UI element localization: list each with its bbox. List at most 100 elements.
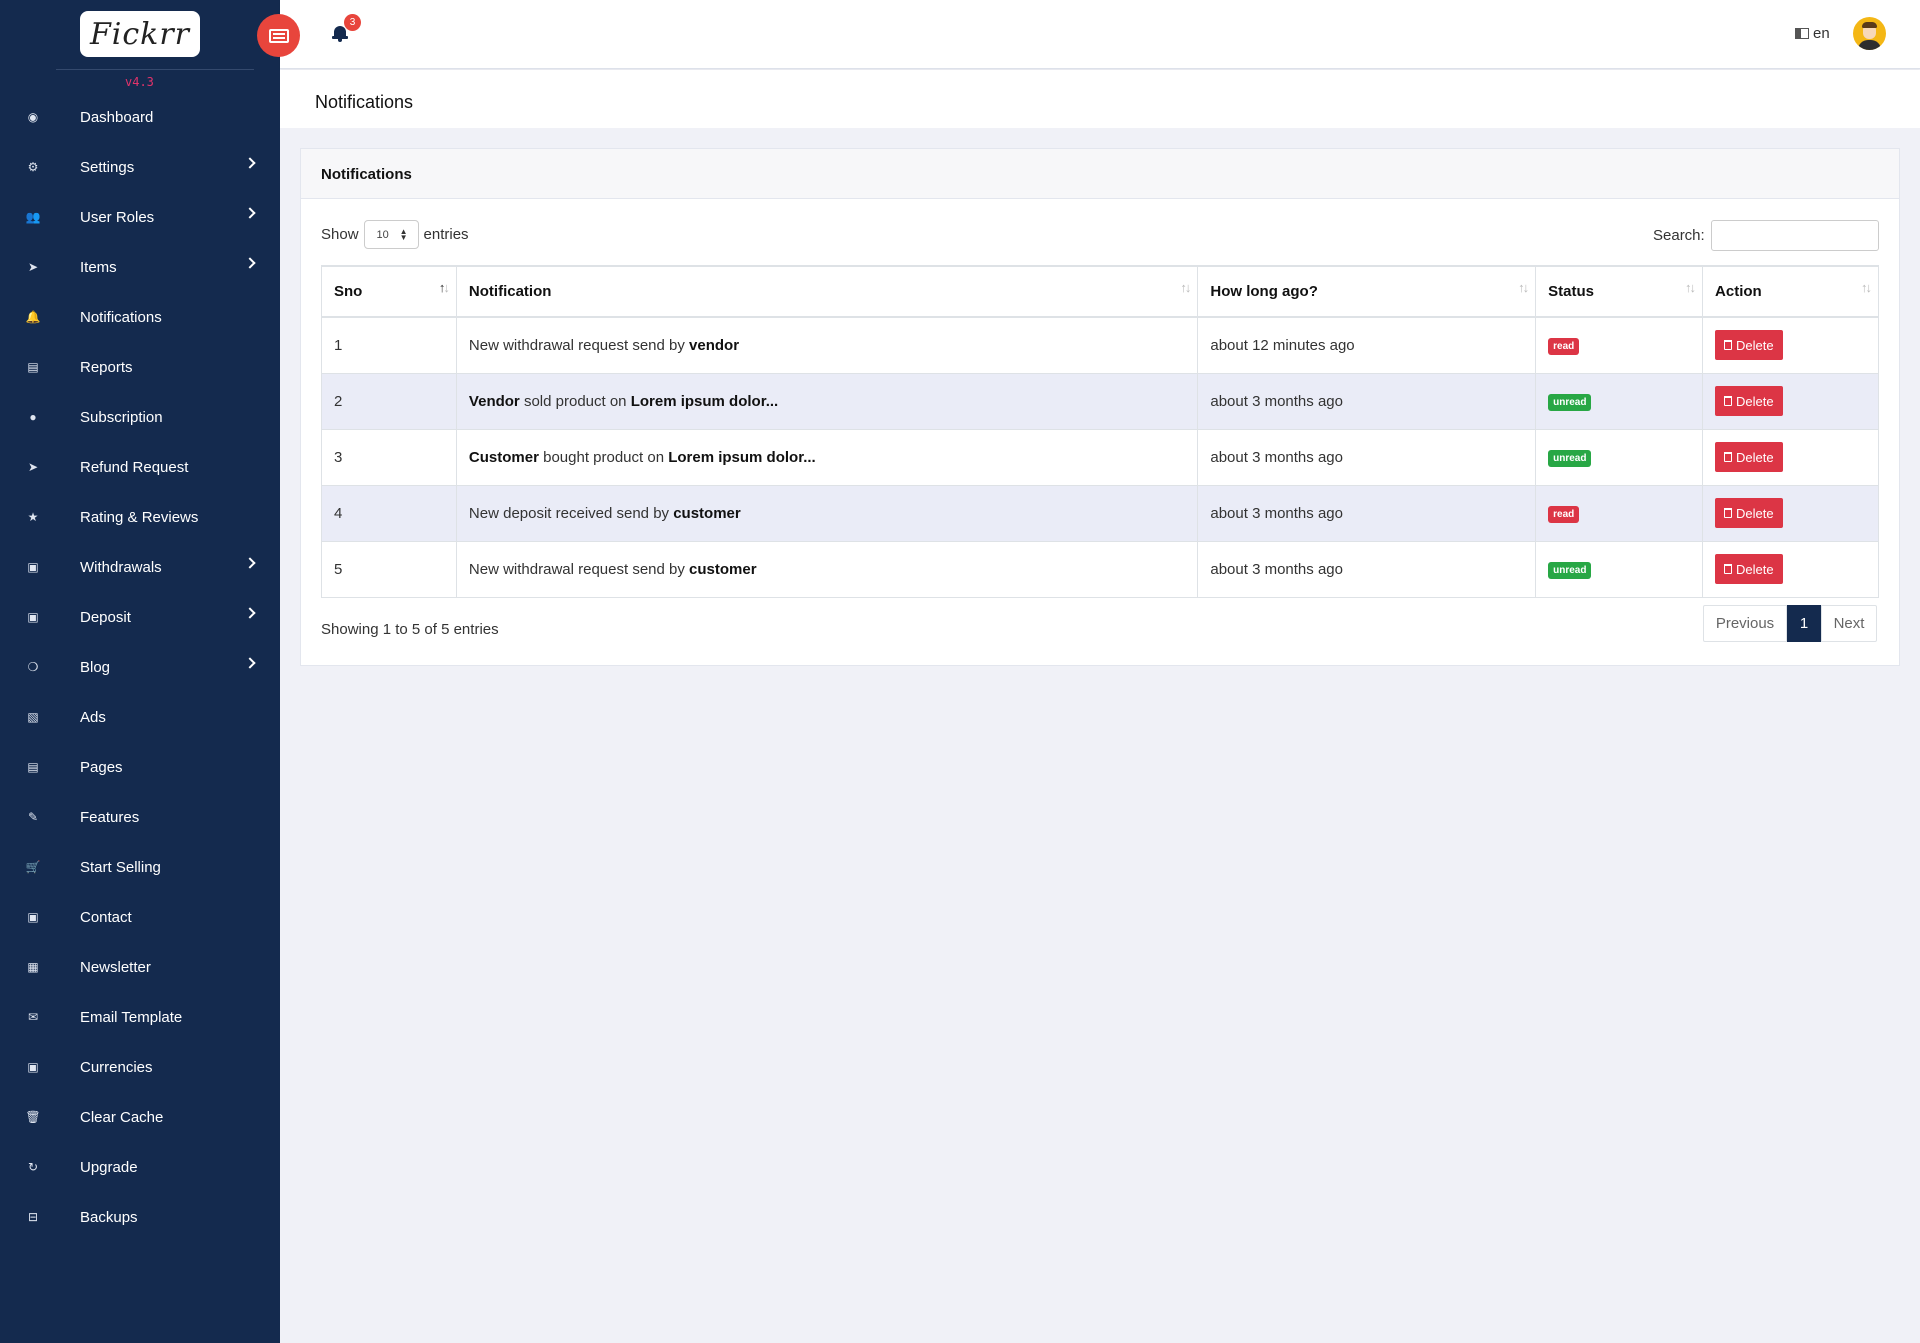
notification-text: New withdrawal request send by: [468, 336, 690, 354]
page-size-control: Show 10 ▲ ▼ entries: [321, 220, 469, 249]
sidebar-item-label: Pages: [80, 758, 123, 776]
page-size-value: 10: [376, 228, 389, 241]
cell-time-ago: about 3 months ago: [1197, 429, 1537, 486]
status-badge: unread: [1548, 561, 1592, 579]
cell-status: unread: [1535, 541, 1704, 598]
table-row: 1 New withdrawal request send by vendor ab…: [321, 317, 1879, 374]
delete-button[interactable]: Delete: [1715, 330, 1783, 361]
sidebar-item-email-template[interactable]: ✉ Email Template: [0, 992, 280, 1042]
gears-icon: ⚙: [27, 160, 39, 174]
column-header-label: Status: [1548, 283, 1594, 300]
paper-plane-icon: ➤: [27, 260, 39, 274]
money-icon: ▣: [27, 560, 39, 574]
magic-icon: ✎: [27, 810, 39, 824]
notification-text: Vendor: [468, 392, 520, 410]
user-icon: ●: [29, 410, 37, 424]
sidebar-item-label: Settings: [80, 158, 135, 176]
notification-text: Customer: [468, 448, 539, 466]
cell-time-ago: about 3 months ago: [1197, 373, 1537, 430]
sidebar-item-refund-request[interactable]: ➤ Refund Request: [0, 442, 280, 492]
sidebar-item-dashboard[interactable]: ◉ Dashboard: [0, 92, 280, 142]
sidebar-item-start-selling[interactable]: 🛒 Start Selling: [0, 842, 280, 892]
search-input[interactable]: [1710, 220, 1879, 251]
notification-text: customer: [689, 560, 757, 578]
sidebar-item-rating-reviews[interactable]: ★ Rating & Reviews: [0, 492, 280, 542]
cell-status: unread: [1535, 429, 1704, 486]
column-header-action[interactable]: Action ↑↓: [1702, 265, 1879, 318]
show-label: Show: [321, 226, 359, 243]
logo[interactable]: Fickrr: [80, 11, 200, 57]
sidebar-item-subscription[interactable]: ● Subscription: [0, 392, 280, 442]
sidebar-item-items[interactable]: ➤ Items: [0, 242, 280, 292]
sidebar-toggle-button[interactable]: [257, 14, 300, 57]
sidebar-item-label: Blog: [80, 658, 111, 676]
cell-action: Delete: [1702, 373, 1879, 430]
column-header-sno[interactable]: Sno ↑↓: [321, 265, 457, 318]
table-row: 5 New withdrawal request send by customer…: [321, 541, 1879, 598]
sidebar-item-user-roles[interactable]: 👥 User Roles: [0, 192, 280, 242]
card-title: Notifications: [321, 166, 412, 183]
sidebar-item-notifications[interactable]: 🔔 Notifications: [0, 292, 280, 342]
column-header-label: Action: [1715, 283, 1762, 300]
notification-text: Lorem ipsum dolor...: [668, 448, 816, 466]
column-header-status[interactable]: Status ↑↓: [1535, 265, 1704, 318]
comments-icon: ❍: [27, 660, 39, 674]
page-size-select[interactable]: 10 ▲ ▼: [363, 220, 419, 249]
cell-action: Delete: [1702, 541, 1879, 598]
sidebar-item-settings[interactable]: ⚙ Settings: [0, 142, 280, 192]
sidebar-item-label: Backups: [80, 1208, 138, 1226]
cell-action: Delete: [1702, 317, 1879, 374]
sidebar-item-label: Contact: [80, 908, 132, 926]
sidebar-item-clear-cache[interactable]: 🗑 Clear Cache: [0, 1092, 280, 1142]
cell-action: Delete: [1702, 429, 1879, 486]
sidebar-item-reports[interactable]: ▤ Reports: [0, 342, 280, 392]
sidebar-item-ads[interactable]: ▧ Ads: [0, 692, 280, 742]
trash-icon: [1724, 340, 1733, 351]
select-arrows-icon: ▲ ▼: [399, 227, 408, 242]
sidebar-item-currencies[interactable]: ▣ Currencies: [0, 1042, 280, 1092]
cell-notification: Vendor sold product on Lorem ipsum dolor…: [455, 373, 1199, 430]
cell-sno: 3: [321, 429, 457, 486]
sidebar-item-features[interactable]: ✎ Features: [0, 792, 280, 842]
language-selector[interactable]: en: [1795, 25, 1830, 42]
page-1-button[interactable]: 1: [1787, 605, 1821, 642]
cell-time-ago: about 12 minutes ago: [1197, 317, 1537, 374]
column-header-how-long-ago[interactable]: How long ago? ↑↓: [1197, 265, 1537, 318]
sidebar-item-withdrawals[interactable]: ▣ Withdrawals: [0, 542, 280, 592]
notification-count-badge[interactable]: 3: [344, 14, 361, 31]
status-badge: read: [1548, 505, 1580, 523]
sidebar-item-blog[interactable]: ❍ Blog: [0, 642, 280, 692]
delete-label: Delete: [1736, 561, 1774, 577]
trash-icon: 🗑: [25, 1110, 41, 1124]
status-badge: unread: [1548, 449, 1592, 467]
cell-notification: New withdrawal request send by customer: [455, 541, 1199, 598]
delete-button[interactable]: Delete: [1715, 554, 1783, 584]
cell-notification: New deposit received send by customer: [455, 485, 1199, 542]
sidebar-item-deposit[interactable]: ▣ Deposit: [0, 592, 280, 642]
sidebar-item-label: Clear Cache: [80, 1108, 164, 1126]
next-page-button[interactable]: Next: [1821, 605, 1877, 642]
delete-button[interactable]: Delete: [1715, 442, 1783, 472]
previous-page-button[interactable]: Previous: [1703, 605, 1787, 642]
sidebar-item-contact[interactable]: ▣ Contact: [0, 892, 280, 942]
notification-text: New deposit received send by: [468, 504, 674, 522]
chevron-right-icon: [244, 557, 256, 569]
send-icon: ➤: [27, 460, 39, 474]
sidebar-item-newsletter[interactable]: ▦ Newsletter: [0, 942, 280, 992]
column-header-notification[interactable]: Notification ↑↓: [455, 265, 1199, 318]
money-icon: ▣: [27, 1060, 39, 1074]
cart-icon: 🛒: [25, 860, 41, 874]
cell-notification: New withdrawal request send by vendor: [455, 317, 1199, 374]
sidebar-item-backups[interactable]: ⊟ Backups: [0, 1192, 280, 1242]
sidebar-item-label: Ads: [80, 708, 106, 726]
delete-button[interactable]: Delete: [1715, 386, 1783, 416]
column-header-label: Notification: [468, 283, 552, 300]
delete-label: Delete: [1736, 393, 1774, 409]
notification-text: bought product on: [538, 448, 669, 466]
sort-icon: ↑↓: [1861, 280, 1872, 295]
sidebar-item-upgrade[interactable]: ↻ Upgrade: [0, 1142, 280, 1192]
sidebar-item-pages[interactable]: ▤ Pages: [0, 742, 280, 792]
sidebar: Fickrr v4.3 ◉ Dashboard ⚙ Settings 👥 User Rol…: [0, 0, 280, 1343]
user-avatar[interactable]: [1853, 17, 1886, 50]
delete-button[interactable]: Delete: [1715, 498, 1783, 528]
